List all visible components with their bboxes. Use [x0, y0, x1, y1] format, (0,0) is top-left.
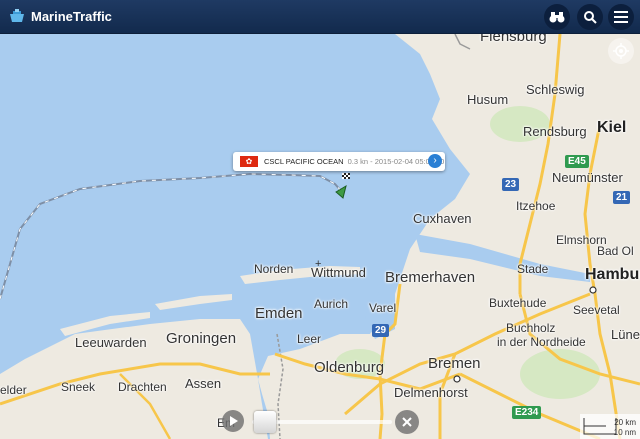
- place-lune: Lüne: [611, 327, 640, 342]
- scale-nm: 10 nm: [613, 428, 636, 437]
- vessel-details-arrow-icon[interactable]: ›: [428, 154, 442, 168]
- place-assen: Assen: [185, 376, 222, 391]
- search-button[interactable]: [577, 4, 603, 30]
- play-icon: [230, 416, 238, 426]
- place-bremerhaven: Bremerhaven: [385, 269, 476, 286]
- place-oldenburg: Oldenburg: [314, 359, 385, 376]
- vessel-popup[interactable]: ✿ CSCL PACIFIC OCEAN 0.3 kn - 2015-02-04…: [233, 152, 445, 171]
- locate-button[interactable]: [608, 38, 634, 64]
- search-icon: [584, 11, 597, 24]
- road-e45-shield: E45: [565, 155, 589, 168]
- place-norden: Norden: [254, 262, 294, 276]
- road-a21-shield: 21: [613, 191, 631, 204]
- place-varel: Varel: [369, 301, 397, 315]
- road-a23-shield: 23: [502, 178, 520, 191]
- place-stade: Stade: [517, 262, 549, 276]
- place-bad-ol: Bad Ol: [597, 244, 634, 258]
- place-seevetal: Seevetal: [573, 303, 620, 317]
- binoculars-icon: [549, 12, 565, 23]
- locate-icon: [613, 43, 629, 59]
- menu-icon: [614, 11, 628, 23]
- play-button[interactable]: [222, 410, 244, 432]
- place-sneek: Sneek: [61, 380, 96, 394]
- place-cuxhaven: Cuxhaven: [413, 211, 472, 226]
- binoculars-button[interactable]: [544, 4, 570, 30]
- place-neumunster: Neumünster: [552, 170, 623, 185]
- vessel-name: CSCL PACIFIC OCEAN: [264, 157, 344, 166]
- menu-button[interactable]: [608, 4, 634, 30]
- place-groningen: Groningen: [166, 330, 237, 347]
- close-playback-button[interactable]: [395, 410, 419, 434]
- place-rendsburg: Rendsburg: [523, 124, 587, 139]
- top-bar: MarineTraffic: [0, 0, 640, 34]
- place-leer: Leer: [297, 332, 322, 346]
- place-emden: Emden: [255, 305, 303, 322]
- place-buxtehude: Buxtehude: [489, 296, 547, 310]
- map-center-crosshair: +: [315, 258, 322, 270]
- place-drachten: Drachten: [118, 380, 167, 394]
- marinetraffic-logo-icon: [10, 9, 24, 22]
- place-buchholz: Buchholz: [506, 321, 556, 335]
- road-e234-shield: E234: [512, 406, 542, 419]
- place-delmenhorst: Delmenhorst: [394, 385, 468, 400]
- place-schleswig: Schleswig: [526, 82, 585, 97]
- app: Flensburg Schleswig Husum Rendsburg Kiel…: [0, 0, 640, 439]
- scale-km: 20 km: [614, 418, 636, 427]
- place-buchholz-nordheide: in der Nordheide: [497, 335, 586, 349]
- place-hamburg: Hamburg: [585, 266, 640, 283]
- map[interactable]: Flensburg Schleswig Husum Rendsburg Kiel…: [0, 28, 640, 439]
- place-aurich: Aurich: [314, 297, 349, 311]
- place-bremen: Bremen: [428, 355, 481, 372]
- app-title: MarineTraffic: [31, 9, 112, 24]
- place-leeuwarden: Leeuwarden: [75, 335, 147, 350]
- playback-slider-handle[interactable]: [254, 411, 276, 433]
- hong-kong-flag-icon: ✿: [240, 156, 258, 167]
- map-scale: 20 km 10 nm: [580, 414, 640, 439]
- place-itzehoe: Itzehoe: [516, 199, 556, 213]
- place-kiel: Kiel: [597, 119, 627, 136]
- close-icon: [402, 417, 412, 427]
- place-den-helder: elder: [0, 383, 27, 397]
- road-a29-shield: 29: [372, 324, 390, 337]
- place-husum: Husum: [467, 92, 509, 107]
